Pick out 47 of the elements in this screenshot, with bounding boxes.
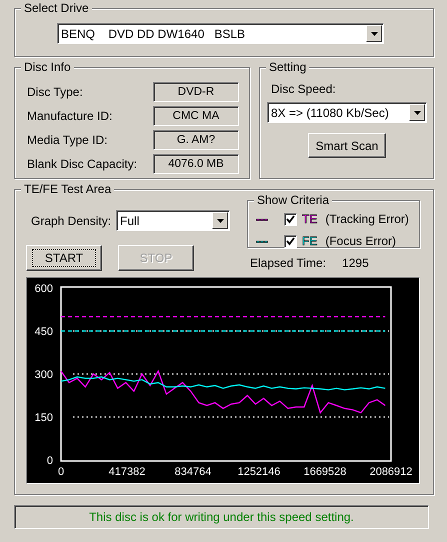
status-message: This disc is ok for writing under this speed setting.	[14, 505, 429, 529]
group-title: Disc Info	[21, 60, 74, 74]
field-value: G. AM?	[153, 130, 239, 150]
graph-density-dropdown[interactable]: Full	[116, 210, 230, 231]
group-title: TE/FE Test Area	[21, 182, 114, 196]
criteria-code: TE	[302, 212, 318, 226]
legend-line-marker: ---	[256, 212, 269, 226]
drive-dropdown[interactable]: BENQ DVD DD DW1640 BSLB	[57, 23, 384, 44]
field-label: Manufacture ID:	[27, 109, 114, 123]
caret-icon	[370, 32, 378, 36]
caret-icon	[216, 218, 224, 222]
field-label: Blank Disc Capacity:	[27, 157, 138, 171]
y-tick-label: 0	[46, 455, 53, 467]
group-title: Show Criteria	[254, 193, 332, 207]
graph-density-label: Graph Density:	[31, 214, 112, 228]
caret-icon	[414, 110, 420, 114]
x-tick-label: 1669528	[304, 466, 346, 478]
y-tick-label: 150	[34, 412, 53, 424]
start-button[interactable]: START	[26, 245, 102, 271]
x-tick-label: 834764	[174, 466, 212, 478]
x-tick-label: 2086912	[370, 466, 412, 478]
criteria-code: FE	[302, 234, 318, 248]
checkbox[interactable]	[284, 212, 297, 226]
field-label: Disc Type:	[27, 85, 84, 99]
disc-speed-dropdown[interactable]: 8X => (11080 Kb/Sec)	[267, 102, 427, 123]
legend-line-marker: ---	[256, 234, 269, 248]
elapsed-time-label: Elapsed Time:	[250, 256, 326, 270]
y-tick-label: 600	[34, 283, 53, 295]
x-tick-label: 0	[58, 466, 64, 478]
checkmark-icon	[286, 214, 295, 224]
field-value: CMC MA	[153, 106, 239, 126]
x-tick-label: 1252146	[238, 466, 280, 478]
y-tick-label: 300	[34, 369, 53, 381]
group-title: Setting	[266, 60, 310, 74]
criteria-description: (Tracking Error)	[325, 212, 409, 226]
field-value: 4076.0 MB	[153, 154, 239, 174]
checkmark-icon	[286, 236, 295, 246]
elapsed-time-value: 1295	[342, 256, 369, 270]
field-label: Media Type ID:	[27, 133, 108, 147]
field-value: DVD-R	[153, 82, 239, 102]
criteria-description: (Focus Error)	[325, 234, 396, 248]
group-title: Select Drive	[21, 1, 92, 15]
disc-speed-label: Disc Speed:	[270, 82, 337, 96]
x-tick-label: 417382	[108, 466, 146, 478]
checkbox[interactable]	[284, 234, 297, 248]
smart-scan-button[interactable]: Smart Scan	[308, 133, 386, 158]
y-tick-label: 450	[34, 326, 53, 338]
